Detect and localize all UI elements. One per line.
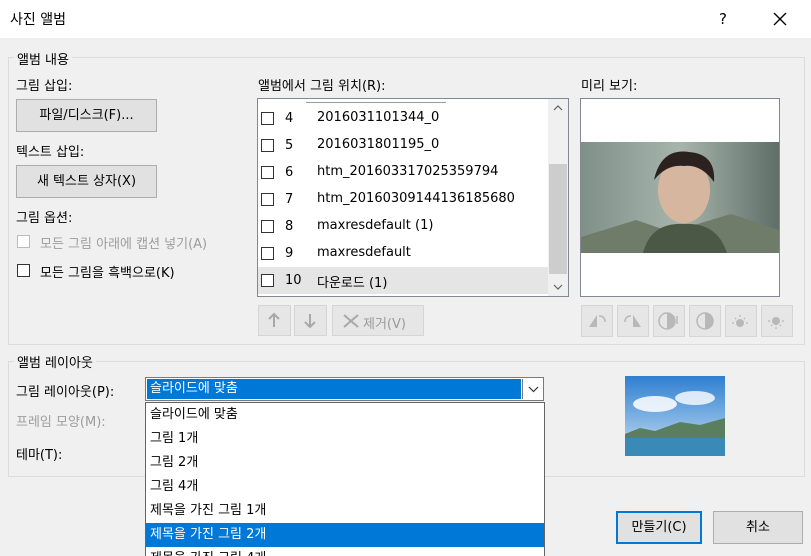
captions-checkbox [17, 235, 30, 248]
partial-row-edge [306, 99, 446, 103]
row-checkbox[interactable] [261, 112, 274, 125]
picture-layout-value: 슬라이드에 맞춤 [147, 379, 521, 399]
window-title: 사진 앨범 [10, 12, 66, 28]
insert-picture-label: 그림 삽입: [16, 79, 73, 94]
remove-x-icon [343, 314, 359, 328]
layout-option[interactable]: 그림 4개 [146, 475, 544, 499]
row-filename: 2016031801195_0 [317, 137, 440, 152]
preview-label: 미리 보기: [581, 79, 638, 94]
arrow-down-icon [304, 314, 316, 329]
row-filename: 2016031101344_0 [317, 110, 440, 125]
row-checkbox[interactable] [261, 247, 274, 260]
picture-layout-dropdown-list[interactable]: 슬라이드에 맞춤 그림 1개 그림 2개 그림 4개 제목을 가진 그림 1개 … [145, 402, 545, 556]
insert-text-label: 텍스트 삽입: [16, 145, 85, 160]
brightness-down-icon [768, 317, 784, 329]
row-checkbox[interactable] [261, 166, 274, 179]
preview-photo [581, 142, 779, 253]
row-filename: htm_201603317025359794 [317, 164, 499, 179]
remove-button[interactable]: 제거(V) [332, 305, 424, 336]
more-contrast-button[interactable] [653, 305, 685, 337]
row-checkbox[interactable] [261, 193, 274, 206]
layout-option[interactable]: 제목을 가진 그림 4개 [146, 547, 544, 556]
rotate-left-icon [589, 315, 606, 327]
list-item-selected[interactable]: 10 다운로드 (1) [258, 267, 548, 294]
rotate-right-icon [624, 315, 641, 327]
new-textbox-button[interactable]: 새 텍스트 상자(X) [16, 165, 157, 198]
file-disk-button[interactable]: 파일/디스크(F)... [16, 99, 157, 132]
row-checkbox[interactable] [261, 139, 274, 152]
cancel-button[interactable]: 취소 [713, 511, 803, 544]
layout-option[interactable]: 제목을 가진 그림 1개 [146, 499, 544, 523]
bw-checkbox-label[interactable]: 모든 그림을 흑백으로(K) [40, 262, 175, 281]
row-number: 5 [285, 138, 294, 153]
pictures-listbox[interactable]: 4 2016031101344_0 5 2016031801195_0 6 ht… [257, 98, 569, 297]
layout-option[interactable]: 그림 2개 [146, 451, 544, 475]
row-number: 9 [285, 246, 294, 261]
row-number: 4 [285, 111, 294, 126]
theme-label: 테마(T): [16, 448, 63, 463]
layout-preview-thumbnail [625, 376, 725, 456]
list-item[interactable]: 6 htm_201603317025359794 [258, 159, 548, 186]
row-checkbox[interactable] [261, 274, 274, 287]
list-item[interactable]: 8 maxresdefault (1) [258, 213, 548, 240]
album-layout-legend: 앨범 레이아웃 [14, 352, 96, 371]
layout-option[interactable]: 그림 1개 [146, 427, 544, 451]
layout-option[interactable]: 슬라이드에 맞춤 [146, 403, 544, 427]
more-brightness-button[interactable] [725, 305, 757, 337]
bw-checkbox[interactable] [17, 264, 30, 277]
picture-layout-dropdown-button[interactable] [522, 379, 544, 399]
frame-shape-label: 프레임 모양(M): [16, 415, 106, 430]
row-number: 7 [285, 192, 294, 207]
row-number: 6 [285, 165, 294, 180]
chevron-down-icon [528, 386, 539, 393]
scroll-down-icon[interactable] [548, 278, 568, 296]
help-button[interactable]: ? [700, 0, 746, 38]
move-down-button[interactable] [294, 305, 327, 336]
contrast-down-icon [696, 312, 714, 330]
less-brightness-button[interactable] [761, 305, 793, 337]
list-item[interactable]: 9 maxresdefault [258, 240, 548, 267]
list-item[interactable]: 5 2016031801195_0 [258, 132, 548, 159]
arrow-up-icon [268, 312, 280, 327]
layout-option-highlighted[interactable]: 제목을 가진 그림 2개 [146, 523, 544, 547]
picture-options-label: 그림 옵션: [16, 211, 73, 226]
contrast-up-icon [658, 312, 678, 330]
move-up-button[interactable] [258, 305, 291, 336]
rotate-left-button[interactable] [581, 305, 613, 337]
close-icon [773, 12, 787, 26]
create-button[interactable]: 만들기(C) [616, 511, 702, 544]
brightness-up-icon [732, 315, 748, 327]
preview-box [580, 98, 780, 297]
rotate-right-button[interactable] [617, 305, 649, 337]
pictures-in-album-label: 앨범에서 그림 위치(R): [258, 79, 386, 94]
remove-button-label: 제거(V) [363, 317, 406, 332]
album-content-legend: 앨범 내용 [14, 49, 72, 68]
row-checkbox[interactable] [261, 220, 274, 233]
captions-checkbox-label: 모든 그림 아래에 캡션 넣기(A) [40, 237, 208, 252]
row-number: 10 [285, 273, 302, 288]
less-contrast-button[interactable] [689, 305, 721, 337]
row-number: 8 [285, 219, 294, 234]
row-filename: 다운로드 (1) [317, 276, 388, 291]
title-bar [0, 0, 811, 38]
list-item[interactable]: 7 htm_20160309144136185680 [258, 186, 548, 213]
list-scrollbar[interactable] [548, 99, 568, 296]
list-item[interactable]: 4 2016031101344_0 [258, 105, 548, 132]
scroll-thumb[interactable] [549, 164, 567, 274]
row-filename: maxresdefault (1) [317, 218, 434, 233]
scroll-up-icon[interactable] [548, 99, 568, 117]
row-filename: htm_20160309144136185680 [317, 191, 515, 206]
row-filename: maxresdefault [317, 245, 411, 260]
picture-layout-label: 그림 레이아웃(P): [16, 385, 115, 400]
picture-layout-combobox[interactable]: 슬라이드에 맞춤 [145, 377, 544, 401]
close-button[interactable] [757, 0, 803, 38]
